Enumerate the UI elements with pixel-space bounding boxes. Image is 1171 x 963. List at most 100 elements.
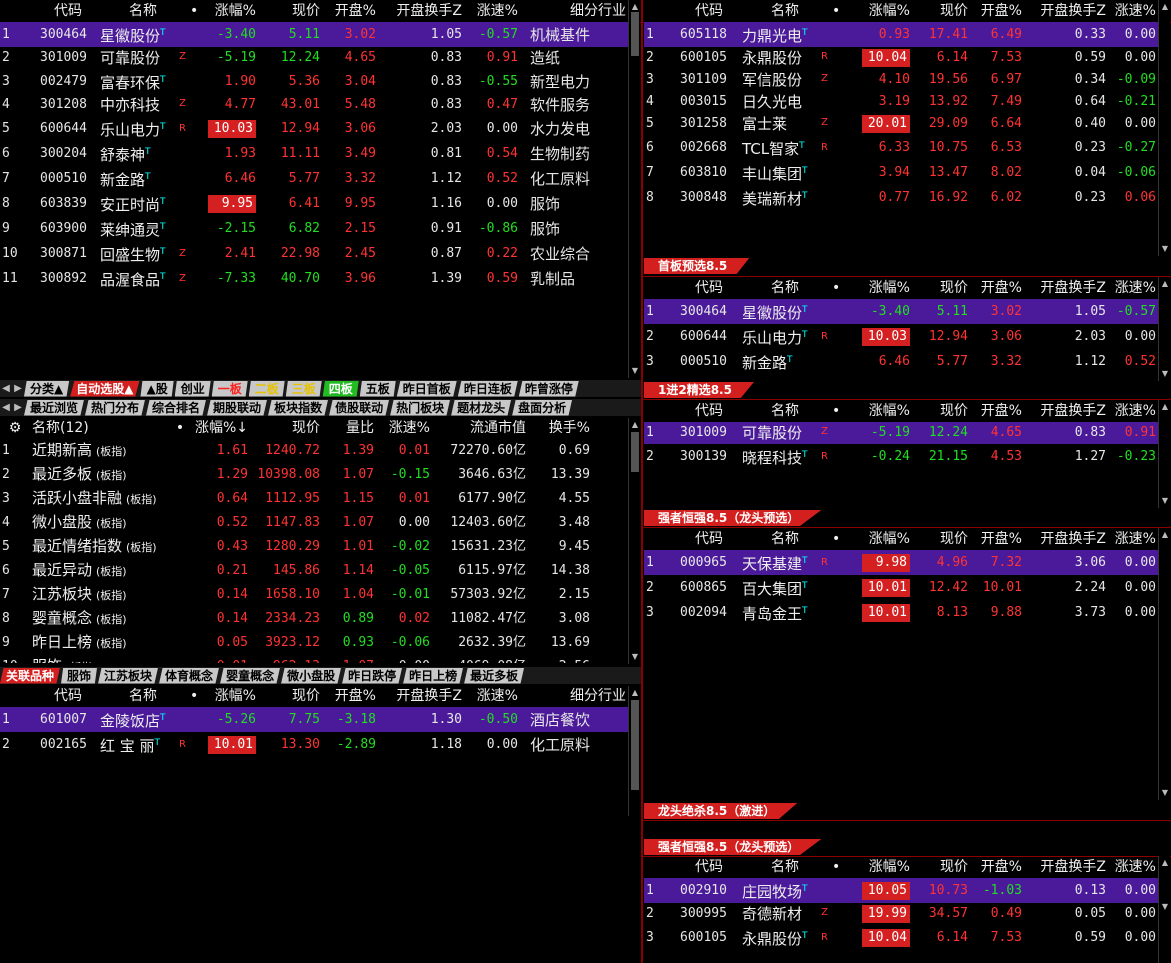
stock-name[interactable]: 可靠股份 Z [98, 47, 188, 69]
scroll-thumb[interactable] [631, 12, 639, 56]
stock-code[interactable]: 605118 [678, 22, 740, 47]
table-row[interactable]: 7 江苏板块 (板指) 0.14 1658.10 1.04 -0.01 57303.92亿 2.… [0, 583, 628, 607]
stock-name[interactable]: 回盛生物T Z [98, 241, 188, 266]
stock-code[interactable]: 301009 [38, 47, 98, 69]
vertical-divider[interactable] [641, 0, 643, 963]
column-header[interactable]: 代码 [38, 0, 98, 22]
stock-code[interactable]: 002668 [678, 135, 740, 160]
column-header[interactable]: 开盘% [970, 856, 1024, 878]
stock-name[interactable]: 新金路T [740, 349, 830, 374]
sector-name[interactable]: 最近异动 (板指) [30, 559, 170, 583]
tab-tabs1-9[interactable]: 昨日首板 [396, 380, 457, 397]
column-header[interactable]: 代码 [678, 400, 740, 422]
stock-name[interactable]: 新金路T [98, 166, 188, 191]
stock-code[interactable]: 300464 [38, 22, 98, 47]
table-row[interactable]: 2 最近多板 (板指) 1.29 10398.08 1.07 -0.15 3646.63亿 13… [0, 463, 628, 487]
sector-name[interactable]: 活跃小盘非融 (板指) [30, 487, 170, 511]
table-row[interactable]: 3 600105 永鼎股份T R 10.04 6.14 7.53 0.59 0.00 [644, 925, 1158, 950]
column-header[interactable]: 开盘换手Z [1024, 0, 1108, 22]
tab-tabs3-5[interactable]: 微小盘股 [281, 667, 342, 684]
stock-name[interactable]: 金陵饭店T [98, 707, 188, 732]
tab-tabs1-11[interactable]: 昨曾涨停 [518, 380, 579, 397]
column-header[interactable]: 涨速% [376, 417, 432, 439]
column-header[interactable]: 涨速% [464, 0, 520, 22]
tab-tabs3-0[interactable]: 关联品种 [0, 667, 61, 684]
table-row[interactable]: 2 600644 乐山电力T R 10.03 12.94 3.06 2.03 0.00 [644, 324, 1158, 349]
column-header[interactable]: 换手% [528, 417, 592, 439]
stock-code[interactable]: 300139 [678, 444, 740, 469]
column-header[interactable]: 涨速% [1108, 856, 1158, 878]
tab-tabs1-1[interactable]: 自动选股▲ [70, 380, 140, 397]
table-row[interactable]: 9 昨日上榜 (板指) 0.05 3923.12 0.93 -0.06 2632.39亿 13.… [0, 631, 628, 655]
column-header[interactable]: 细分行业 [520, 0, 628, 22]
column-header[interactable]: 名称 [98, 0, 188, 22]
scroll-down-icon[interactable]: ▼ [1159, 244, 1171, 254]
tab-prev-icon[interactable]: ◀ [0, 381, 12, 397]
table-row[interactable]: 4 301208 中亦科技 Z 4.77 43.01 5.48 0.83 0.47 软件服务 [0, 94, 628, 116]
column-header[interactable]: 开盘% [970, 277, 1024, 299]
column-header[interactable]: 涨幅% [840, 856, 912, 878]
stock-name[interactable]: 品渥食品T Z [98, 266, 188, 291]
stock-code[interactable]: 300995 [678, 903, 740, 925]
table-row[interactable]: 6 最近异动 (板指) 0.21 145.86 1.14 -0.05 6115.97亿 14.3… [0, 559, 628, 583]
table-row[interactable]: 2 301009 可靠股份 Z -5.19 12.24 4.65 0.83 0.91 造纸 [0, 47, 628, 69]
stock-code[interactable]: 000965 [678, 550, 740, 575]
stock-name[interactable]: 天保基建T R [740, 550, 830, 575]
scroll-down-icon[interactable]: ▼ [1159, 496, 1171, 506]
tab-tabs2-0[interactable]: 最近浏览 [24, 399, 85, 416]
tab-tabs1-10[interactable]: 昨日连板 [457, 380, 518, 397]
tab-tabs2-4[interactable]: 板块指数 [268, 399, 329, 416]
column-header[interactable]: 开盘换手Z [1024, 277, 1108, 299]
tab-tabs1-2[interactable]: ▲股 [140, 380, 174, 397]
stock-code[interactable]: 300871 [38, 241, 98, 266]
column-header[interactable]: 涨幅% [840, 400, 912, 422]
stock-code[interactable]: 002910 [678, 878, 740, 903]
tab-prev-icon[interactable]: ◀ [0, 400, 12, 416]
scroll-down-icon[interactable]: ▼ [629, 652, 641, 662]
scroll-up-icon[interactable]: ▲ [1159, 279, 1171, 289]
stock-code[interactable]: 002165 [38, 732, 98, 757]
column-header[interactable]: 涨幅%↓ [190, 417, 250, 439]
stock-name[interactable]: 青岛金王T [740, 600, 830, 625]
table-row[interactable]: 1 605118 力鼎光电T 0.93 17.41 6.49 0.33 0.00 [644, 22, 1158, 47]
tab-tabs3-2[interactable]: 江苏板块 [98, 667, 159, 684]
column-header[interactable]: 开盘换手Z [378, 0, 464, 22]
stock-name[interactable]: 力鼎光电T [740, 22, 830, 47]
column-header[interactable]: 细分行业 [520, 685, 628, 707]
column-header[interactable]: 名称 [740, 528, 830, 550]
scroll-down-icon[interactable]: ▼ [1159, 369, 1171, 379]
sector-name[interactable]: 服饰 (板指) [30, 655, 170, 663]
stock-name[interactable]: TCL智家T R [740, 135, 830, 160]
stock-name[interactable]: 日久光电 [740, 91, 830, 113]
section-title-first-board[interactable]: 首板预选8.5 [644, 258, 750, 274]
scrollbar[interactable]: ▲ ▼ [1158, 0, 1170, 256]
column-header[interactable]: • [170, 417, 190, 439]
table-row[interactable]: 1 002910 庄园牧场T 10.05 10.73 -1.03 0.13 0.00 [644, 878, 1158, 903]
stock-code[interactable]: 603839 [38, 191, 98, 216]
scroll-up-icon[interactable]: ▲ [629, 420, 641, 430]
scroll-down-icon[interactable]: ▼ [1159, 788, 1171, 798]
stock-code[interactable]: 301009 [678, 422, 740, 444]
column-header[interactable]: 代码 [678, 528, 740, 550]
tab-tabs3-6[interactable]: 昨日跌停 [342, 667, 403, 684]
scrollbar[interactable]: ▲ ▼ [628, 418, 640, 664]
column-header[interactable]: 名称 [740, 856, 830, 878]
column-header[interactable]: 涨幅% [840, 528, 912, 550]
tab-tabs2-6[interactable]: 热门板块 [390, 399, 451, 416]
column-header[interactable]: 涨幅% [198, 685, 258, 707]
stock-name[interactable]: 乐山电力T R [740, 324, 830, 349]
table-row[interactable]: 8 婴童概念 (板指) 0.14 2334.23 0.89 0.02 11082.47亿 3.0… [0, 607, 628, 631]
column-header[interactable]: 现价 [258, 685, 322, 707]
column-header[interactable]: 名称 [740, 277, 830, 299]
column-header[interactable]: 现价 [912, 277, 970, 299]
table-row[interactable]: 1 000965 天保基建T R 9.98 4.96 7.32 3.06 0.00 [644, 550, 1158, 575]
scroll-down-icon[interactable]: ▼ [1159, 902, 1171, 912]
table-row[interactable]: 1 301009 可靠股份 Z -5.19 12.24 4.65 0.83 0.91 [644, 422, 1158, 444]
scroll-up-icon[interactable]: ▲ [629, 688, 641, 698]
tab-tabs2-8[interactable]: 盘面分析 [512, 399, 573, 416]
stock-name[interactable]: 乐山电力T R [98, 116, 188, 141]
column-header[interactable]: 名称 [98, 685, 188, 707]
table-row[interactable]: 10服饰 (板指) 0.01962.131.070.004069.08亿2.56 [0, 655, 628, 663]
column-header[interactable]: 涨速% [1108, 400, 1158, 422]
stock-name[interactable]: 晓程科技T R [740, 444, 830, 469]
